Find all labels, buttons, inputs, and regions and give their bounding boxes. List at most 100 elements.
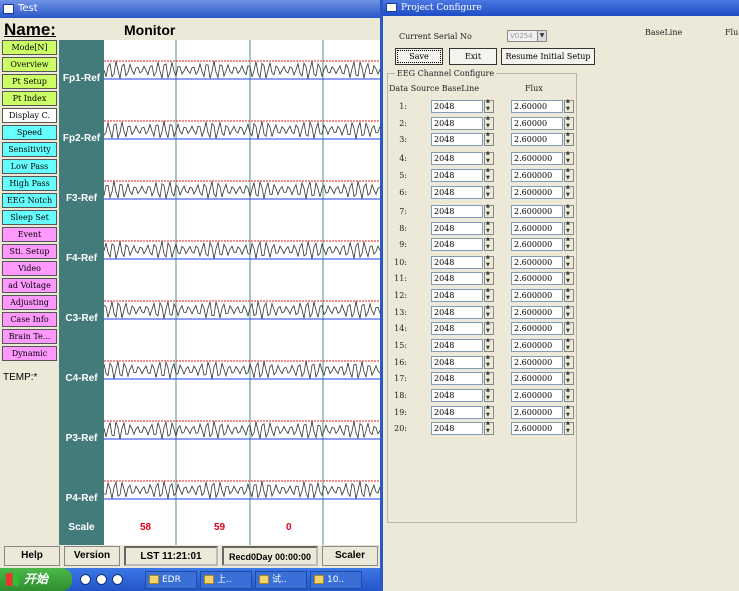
baseline-input[interactable]: 2048 [431,256,483,269]
eeg-waveform-area[interactable]: 58 59 0 [104,40,380,545]
baseline-input[interactable]: 2048 [431,406,483,419]
baseline-spinner[interactable] [484,131,494,146]
baseline-input[interactable]: 2048 [431,339,483,352]
flux-spinner[interactable] [564,98,574,113]
quicklaunch-desktop-icon[interactable] [112,574,123,585]
save-button[interactable]: Save [395,48,443,65]
baseline-spinner[interactable] [484,203,494,218]
flux-input[interactable]: 2.600000 [511,306,563,319]
baseline-spinner[interactable] [484,320,494,335]
baseline-input[interactable]: 2048 [431,186,483,199]
baseline-input[interactable]: 2048 [431,422,483,435]
flux-input[interactable]: 2.60000 [511,133,563,146]
flux-input[interactable]: 2.600000 [511,406,563,419]
flux-input[interactable]: 2.600000 [511,169,563,182]
baseline-spinner[interactable] [484,337,494,352]
flux-input[interactable]: 2.600000 [511,289,563,302]
resume-initial-setup-button[interactable]: Resume Initial Setup [501,48,595,65]
baseline-spinner[interactable] [484,404,494,419]
baseline-input[interactable]: 2048 [431,389,483,402]
left-btn-13[interactable]: Video [2,261,57,276]
quicklaunch-browser-icon[interactable] [80,574,91,585]
left-btn-15[interactable]: Adjusting [2,295,57,310]
baseline-spinner[interactable] [484,220,494,235]
config-title-bar[interactable]: Project Configure [383,0,739,16]
baseline-spinner[interactable] [484,167,494,182]
baseline-input[interactable]: 2048 [431,356,483,369]
left-btn-7[interactable]: Low Pass [2,159,57,174]
baseline-input[interactable]: 2048 [431,100,483,113]
flux-spinner[interactable] [564,236,574,251]
flux-input[interactable]: 2.600000 [511,152,563,165]
flux-spinner[interactable] [564,131,574,146]
baseline-spinner[interactable] [484,304,494,319]
flux-spinner[interactable] [564,320,574,335]
flux-spinner[interactable] [564,354,574,369]
left-btn-18[interactable]: Dynamic [2,346,57,361]
quicklaunch-media-icon[interactable] [96,574,107,585]
flux-input[interactable]: 2.600000 [511,222,563,235]
version-button[interactable]: Version [64,546,120,566]
baseline-spinner[interactable] [484,254,494,269]
baseline-input[interactable]: 2048 [431,205,483,218]
flux-input[interactable]: 2.600000 [511,186,563,199]
left-btn-4[interactable]: Display C. [2,108,57,123]
baseline-spinner[interactable] [484,420,494,435]
left-btn-14[interactable]: ad Voltage [2,278,57,293]
flux-spinner[interactable] [564,115,574,130]
flux-input[interactable]: 2.600000 [511,322,563,335]
baseline-input[interactable]: 2048 [431,238,483,251]
flux-input[interactable]: 2.600000 [511,422,563,435]
baseline-input[interactable]: 2048 [431,322,483,335]
left-btn-16[interactable]: Case Info [2,312,57,327]
flux-spinner[interactable] [564,287,574,302]
flux-spinner[interactable] [564,387,574,402]
start-button[interactable]: 开始 [0,568,72,591]
help-button[interactable]: Help [4,546,60,566]
taskbar-item-3[interactable]: 试.. [255,571,307,589]
taskbar-item-2[interactable]: 上.. [200,571,252,589]
left-btn-5[interactable]: Speed [2,125,57,140]
baseline-spinner[interactable] [484,150,494,165]
left-btn-6[interactable]: Sensitivity [2,142,57,157]
baseline-spinner[interactable] [484,115,494,130]
scaler-button[interactable]: Scaler [322,546,378,566]
flux-spinner[interactable] [564,254,574,269]
baseline-input[interactable]: 2048 [431,306,483,319]
flux-spinner[interactable] [564,404,574,419]
flux-input[interactable]: 2.600000 [511,339,563,352]
flux-spinner[interactable] [564,337,574,352]
baseline-input[interactable]: 2048 [431,222,483,235]
flux-spinner[interactable] [564,220,574,235]
left-btn-8[interactable]: High Pass [2,176,57,191]
flux-spinner[interactable] [564,203,574,218]
baseline-spinner[interactable] [484,270,494,285]
flux-spinner[interactable] [564,167,574,182]
main-title-bar[interactable]: Test [0,0,384,18]
taskbar-item-4[interactable]: 10.. [310,571,362,589]
taskbar-item-edr[interactable]: EDR [145,571,197,589]
flux-input[interactable]: 2.600000 [511,272,563,285]
left-btn-1[interactable]: Overview [2,57,57,72]
flux-input[interactable]: 2.600000 [511,356,563,369]
baseline-input[interactable]: 2048 [431,372,483,385]
baseline-input[interactable]: 2048 [431,169,483,182]
flux-spinner[interactable] [564,304,574,319]
baseline-spinner[interactable] [484,387,494,402]
left-btn-3[interactable]: Pt Index [2,91,57,106]
baseline-spinner[interactable] [484,370,494,385]
flux-input[interactable]: 2.600000 [511,256,563,269]
baseline-input[interactable]: 2048 [431,133,483,146]
baseline-spinner[interactable] [484,287,494,302]
flux-spinner[interactable] [564,184,574,199]
flux-spinner[interactable] [564,420,574,435]
flux-input[interactable]: 2.60000 [511,117,563,130]
flux-input[interactable]: 2.600000 [511,372,563,385]
baseline-spinner[interactable] [484,98,494,113]
left-btn-12[interactable]: Sti. Setup [2,244,57,259]
flux-input[interactable]: 2.600000 [511,389,563,402]
baseline-input[interactable]: 2048 [431,289,483,302]
left-btn-9[interactable]: EEG Notch [2,193,57,208]
baseline-spinner[interactable] [484,184,494,199]
left-btn-2[interactable]: Pt Setup [2,74,57,89]
